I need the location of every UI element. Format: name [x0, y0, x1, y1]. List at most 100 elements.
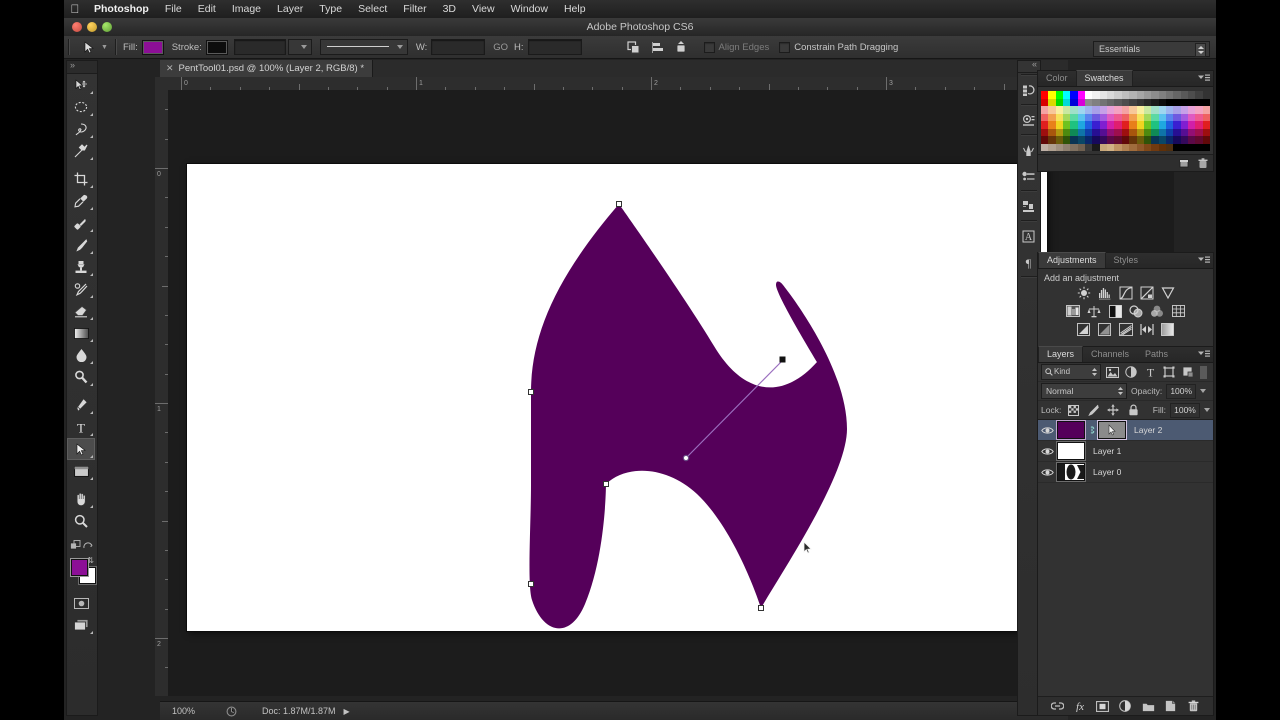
- brightness-contrast-icon[interactable]: [1075, 286, 1092, 300]
- vertical-ruler[interactable]: 0 1 2: [155, 90, 169, 696]
- channel-mixer-icon[interactable]: [1149, 304, 1166, 318]
- swatch-cell[interactable]: [1173, 128, 1181, 136]
- close-icon[interactable]: ✕: [166, 63, 174, 74]
- swatch-cell[interactable]: [1121, 136, 1130, 144]
- swatch-cell[interactable]: [1173, 91, 1181, 99]
- workspace-stepper-icon[interactable]: [1195, 43, 1206, 57]
- screen-mode-toggle[interactable]: [67, 614, 95, 636]
- menu-item-type[interactable]: Type: [311, 0, 350, 18]
- swatch-cell[interactable]: [1114, 121, 1122, 129]
- layer-style-fx-icon[interactable]: fx: [1073, 699, 1087, 713]
- actions-panel-icon[interactable]: [1018, 107, 1038, 133]
- filter-smart-object-icon[interactable]: [1180, 365, 1196, 379]
- tool-horizontal-type[interactable]: T: [67, 416, 95, 438]
- tab-styles[interactable]: Styles: [1106, 253, 1147, 268]
- swatch-cell[interactable]: [1099, 98, 1108, 106]
- panel-menu-icon[interactable]: [1198, 74, 1210, 83]
- swatch-cell[interactable]: [1195, 128, 1203, 136]
- invert-icon[interactable]: [1075, 322, 1092, 336]
- swatch-cell[interactable]: [1180, 98, 1188, 106]
- lock-all-icon[interactable]: [1125, 403, 1141, 417]
- new-layer-icon[interactable]: [1164, 699, 1178, 713]
- swatch-cell[interactable]: [1070, 98, 1078, 106]
- swatch-cell[interactable]: [1195, 113, 1203, 121]
- opacity-chevron-down-icon[interactable]: [1200, 389, 1207, 393]
- swatch-cell[interactable]: [1077, 121, 1086, 129]
- vector-shape-path[interactable]: [187, 164, 1047, 631]
- swatch-cell[interactable]: [1085, 128, 1093, 136]
- swatch-cell[interactable]: [1173, 121, 1181, 129]
- new-group-icon[interactable]: [1141, 699, 1155, 713]
- layer-visibility-icon[interactable]: [1038, 426, 1056, 435]
- swatch-cell[interactable]: [1129, 143, 1137, 151]
- swatch-cell[interactable]: [1136, 91, 1144, 99]
- delete-layer-icon[interactable]: [1187, 699, 1201, 713]
- swatch-cell[interactable]: [1107, 98, 1115, 106]
- swatch-cell[interactable]: [1041, 128, 1049, 136]
- lock-transparency-icon[interactable]: [1065, 403, 1081, 417]
- layer-mask-link-icon[interactable]: [1087, 425, 1096, 435]
- swatch-cell[interactable]: [1136, 98, 1144, 106]
- swatch-cell[interactable]: [1136, 121, 1144, 129]
- clone-source-panel-icon[interactable]: [1018, 193, 1038, 219]
- layer-thumbnail[interactable]: [1057, 463, 1085, 481]
- swatch-cell[interactable]: [1121, 91, 1130, 99]
- swatch-cell[interactable]: [1151, 106, 1159, 114]
- swatch-cell[interactable]: [1180, 106, 1188, 114]
- swatch-cell[interactable]: [1114, 98, 1122, 106]
- swatch-cell[interactable]: [1092, 136, 1100, 144]
- swatch-cell[interactable]: [1114, 143, 1122, 151]
- swatch-cell[interactable]: [1055, 121, 1064, 129]
- filter-adjustment-icon[interactable]: [1123, 365, 1139, 379]
- swatch-cell[interactable]: [1048, 128, 1056, 136]
- swatch-cell[interactable]: [1195, 106, 1203, 114]
- swatch-cell[interactable]: [1041, 143, 1049, 151]
- swatch-cell[interactable]: [1143, 121, 1152, 129]
- swatch-cell[interactable]: [1077, 113, 1086, 121]
- path-operations-icon[interactable]: [624, 38, 644, 56]
- swatch-cell[interactable]: [1063, 121, 1071, 129]
- gradient-map-icon[interactable]: [1159, 322, 1176, 336]
- swatch-cell[interactable]: [1107, 128, 1115, 136]
- swatch-cell[interactable]: [1063, 98, 1071, 106]
- swatch-cell[interactable]: [1048, 121, 1056, 129]
- swatch-cell[interactable]: [1055, 91, 1064, 99]
- color-balance-icon[interactable]: [1086, 304, 1103, 318]
- selective-color-icon[interactable]: [1138, 322, 1155, 336]
- swatch-cell[interactable]: [1151, 121, 1159, 129]
- tool-eyedropper[interactable]: [67, 190, 95, 212]
- layer-row-0[interactable]: Layer 0: [1038, 462, 1213, 483]
- document-tab[interactable]: ✕ PentTool01.psd @ 100% (Layer 2, RGB/8)…: [160, 60, 374, 77]
- toolbox-collapse-handle[interactable]: [67, 60, 97, 74]
- layer-filter-kind-select[interactable]: Kind: [1041, 364, 1101, 380]
- swatch-cell[interactable]: [1143, 91, 1152, 99]
- tool-hand[interactable]: [67, 488, 95, 510]
- filter-type-icon[interactable]: T: [1142, 365, 1158, 379]
- swatch-cell[interactable]: [1041, 136, 1049, 144]
- swatch-cell[interactable]: [1063, 128, 1071, 136]
- menu-item-file[interactable]: File: [157, 0, 190, 18]
- history-panel-icon[interactable]: [1018, 77, 1038, 103]
- tool-blur[interactable]: [67, 344, 95, 366]
- new-swatch-icon[interactable]: [1179, 158, 1190, 169]
- tool-zoom[interactable]: [67, 510, 95, 532]
- brush-presets-panel-icon[interactable]: [1018, 163, 1038, 189]
- swatch-cell[interactable]: [1165, 136, 1174, 144]
- swatch-cell[interactable]: [1136, 113, 1144, 121]
- tab-layers[interactable]: Layers: [1038, 346, 1084, 362]
- blend-mode-stepper-icon[interactable]: [1117, 385, 1124, 397]
- swatch-cell[interactable]: [1121, 128, 1130, 136]
- panel-menu-icon[interactable]: [1198, 256, 1210, 265]
- swatch-cell[interactable]: [1158, 98, 1166, 106]
- hue-saturation-icon[interactable]: [1065, 304, 1082, 318]
- path-selection-arrow-icon[interactable]: [78, 38, 100, 56]
- swatch-cell[interactable]: [1055, 143, 1064, 151]
- layer-visibility-icon[interactable]: [1038, 447, 1056, 456]
- swap-colors-icon[interactable]: ⇅: [87, 556, 94, 565]
- swatch-cell[interactable]: [1151, 98, 1159, 106]
- tool-quick-selection[interactable]: [67, 140, 95, 162]
- quick-mask-toggle[interactable]: [67, 592, 95, 614]
- curves-icon[interactable]: [1117, 286, 1134, 300]
- layer-name[interactable]: Layer 2: [1134, 425, 1162, 435]
- tool-preset-chevron-icon[interactable]: ▼: [101, 44, 108, 51]
